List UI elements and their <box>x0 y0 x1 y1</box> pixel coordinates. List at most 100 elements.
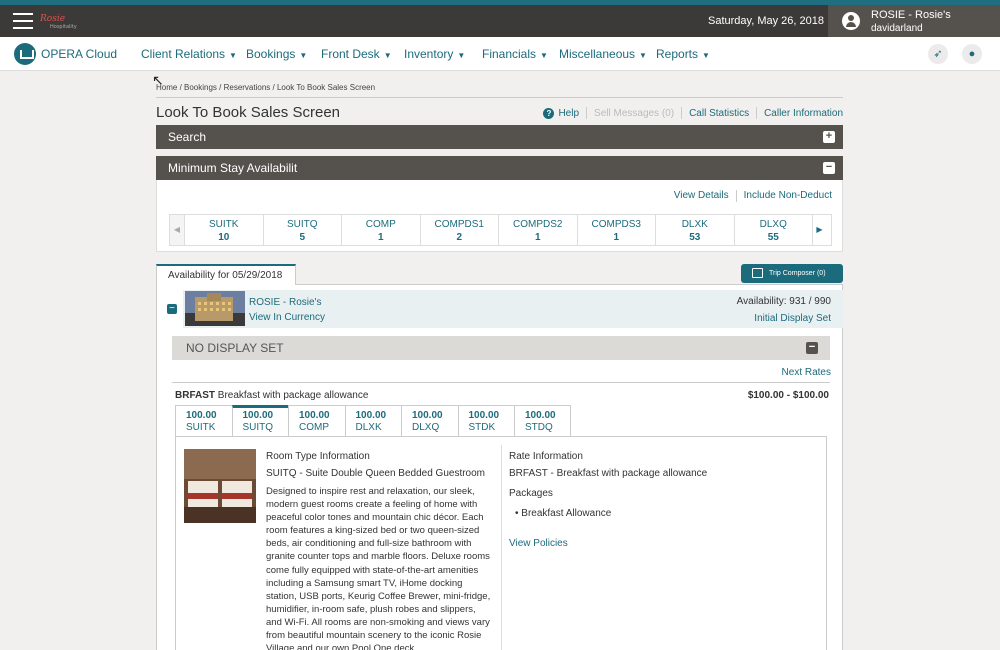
search-panel-header[interactable]: Search + <box>156 125 843 149</box>
divider <box>501 445 502 650</box>
rate-tab-active[interactable]: 100.00 SUITQ <box>231 405 288 437</box>
rate-info-name: BRFAST - Breakfast with package allowanc… <box>509 468 708 479</box>
room-code: DLXQ <box>759 219 787 230</box>
collapse-icon[interactable]: − <box>823 162 835 174</box>
room-type-description: Designed to inspire rest and relaxation,… <box>266 486 491 650</box>
rate-tab[interactable]: 100.00 DLXK <box>344 405 401 437</box>
room-type-cell[interactable]: DLXK 53 <box>655 215 734 245</box>
caret-down-icon: ▼ <box>383 51 392 60</box>
caret-down-icon: ▼ <box>639 51 647 60</box>
rate-room-code: STDK <box>468 422 496 433</box>
room-count: 55 <box>767 232 779 243</box>
room-count: 1 <box>377 232 384 243</box>
hotel-name[interactable]: ROSIE - Rosie's <box>249 297 321 308</box>
initial-display-set-link[interactable]: Initial Display Set <box>754 313 831 324</box>
user-menu[interactable]: ROSIE - Rosie's davidarland <box>828 5 1000 37</box>
rate-tab[interactable]: 100.00 COMP <box>288 405 345 437</box>
nav-financials[interactable]: Financials ▼ <box>482 47 548 61</box>
room-code: COMPDS1 <box>434 219 484 230</box>
nav-label: Inventory <box>404 47 454 61</box>
caret-down-icon: ▼ <box>229 51 237 60</box>
main-content: Home / Bookings / Reservations / Look To… <box>156 78 843 650</box>
package-item-label: Breakfast Allowance <box>521 508 612 519</box>
view-details-link[interactable]: View Details <box>674 190 729 202</box>
brand-name: OPERA Cloud <box>41 47 118 61</box>
rate-description: Breakfast with package allowance <box>217 390 369 401</box>
view-in-currency-link[interactable]: View In Currency <box>249 312 325 323</box>
rate-room-code: DLXK <box>355 422 382 433</box>
room-count: 10 <box>218 232 230 243</box>
room-code: SUITQ <box>286 219 318 230</box>
room-type-cell[interactable]: COMPDS2 1 <box>498 215 577 245</box>
rate-tab[interactable]: 100.00 SUITK <box>175 405 232 437</box>
caller-information-link[interactable]: Caller Information <box>764 108 843 119</box>
user-id: davidarland <box>871 23 923 34</box>
svg-text:Hospitality: Hospitality <box>50 24 77 30</box>
menu-icon[interactable] <box>13 13 33 29</box>
room-code: COMP <box>365 219 396 230</box>
rate-range: $100.00 - $100.00 <box>747 390 829 401</box>
trip-composer-label: Trip Composer (0) <box>769 270 826 277</box>
nav-label: Financials <box>482 47 537 61</box>
room-type-cell[interactable]: COMPDS1 2 <box>419 215 499 245</box>
include-non-deduct-link[interactable]: Include Non-Deduct <box>744 190 832 202</box>
room-type-cell[interactable]: SUITQ 5 <box>262 215 342 245</box>
room-count: 1 <box>534 232 541 243</box>
next-rates-link[interactable]: Next Rates <box>782 367 831 378</box>
call-statistics-link[interactable]: Call Statistics <box>689 108 749 119</box>
room-type-name: SUITQ - Suite Double Queen Bedded Guestr… <box>266 468 486 479</box>
user-icon <box>842 12 860 30</box>
room-count: 1 <box>613 232 620 243</box>
top-bar: Rosie Hospitality Saturday, May 26, 2018… <box>0 5 1000 37</box>
rate-amount: 100.00 <box>242 410 274 421</box>
opera-cloud-icon <box>14 43 36 65</box>
breadcrumb[interactable]: Home / Bookings / Reservations / Look To… <box>156 83 843 92</box>
availability-tab[interactable]: Availability for 05/29/2018 <box>156 264 296 285</box>
nav-inventory[interactable]: Inventory ▼ <box>404 47 465 61</box>
nav-miscellaneous[interactable]: Miscellaneous ▼ <box>559 47 647 61</box>
hotel-image <box>185 291 245 326</box>
room-type-cell[interactable]: SUITK 10 <box>184 215 263 245</box>
current-date: Saturday, May 26, 2018 <box>708 15 824 27</box>
trip-composer-button[interactable]: Trip Composer (0) <box>741 264 843 283</box>
rate-room-code: COMP <box>299 422 329 433</box>
room-type-cell[interactable]: DLXQ 55 <box>733 215 813 245</box>
expand-icon[interactable]: + <box>823 131 835 143</box>
rate-room-code: SUITQ <box>242 422 274 433</box>
room-type-cell[interactable]: COMP 1 <box>341 215 420 245</box>
room-code: COMPDS2 <box>513 219 563 230</box>
hotel-logo: Rosie Hospitality <box>40 14 77 30</box>
caret-down-icon: ▼ <box>299 51 308 60</box>
nav-label: Reports <box>656 47 699 61</box>
chat-icon[interactable]: ● <box>962 44 982 64</box>
help-link[interactable]: Help <box>558 108 579 119</box>
rate-amount: 100.00 <box>299 410 330 421</box>
search-panel-title: Search <box>168 130 207 144</box>
rate-room-code: DLXQ <box>412 422 440 433</box>
display-set-title: NO DISPLAY SET <box>186 341 284 355</box>
help-icon[interactable]: ? <box>543 107 555 119</box>
packages-label: Packages <box>509 488 553 499</box>
room-type-cell[interactable]: COMPDS3 1 <box>576 215 656 245</box>
nav-front-desk[interactable]: Front Desk ▼ <box>321 47 392 61</box>
scroll-left-icon[interactable]: ◀ <box>170 215 184 245</box>
collapse-icon[interactable]: − <box>167 304 177 314</box>
sell-messages-link: Sell Messages (0) <box>594 107 675 119</box>
scroll-right-icon[interactable]: ▶ <box>812 215 826 245</box>
divider <box>756 107 758 119</box>
nav-reports[interactable]: Reports ▼ <box>656 47 710 61</box>
rate-tab[interactable]: 100.00 STDQ <box>514 405 571 437</box>
brand[interactable]: OPERA Cloud <box>14 43 117 65</box>
nav-client-relations[interactable]: Client Relations ▼ <box>141 47 237 61</box>
rocket-icon[interactable]: ➶ <box>928 44 948 64</box>
rate-tab[interactable]: 100.00 STDK <box>457 405 514 437</box>
nav-bookings[interactable]: Bookings ▼ <box>246 47 307 61</box>
collapse-icon[interactable]: − <box>806 342 818 354</box>
room-code: SUITK <box>209 219 239 230</box>
room-code: COMPDS3 <box>591 219 641 230</box>
display-set-header[interactable]: NO DISPLAY SET − <box>172 336 830 360</box>
room-type-title: Room Type Information <box>266 451 370 462</box>
rate-tab[interactable]: 100.00 DLXQ <box>401 405 458 437</box>
view-policies-link[interactable]: View Policies <box>509 538 568 549</box>
min-stay-panel-header[interactable]: Minimum Stay Availabilit − <box>156 156 843 180</box>
